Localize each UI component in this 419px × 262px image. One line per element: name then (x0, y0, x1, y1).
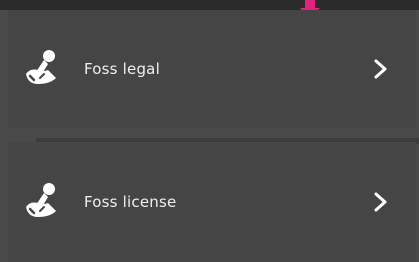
top-bar (0, 0, 419, 10)
list-item-foss-legal[interactable]: Foss legal (8, 10, 416, 128)
list-item-foss-license[interactable]: Foss license (8, 142, 416, 262)
user-desk-icon (26, 50, 56, 84)
screen: Foss legal Foss license (0, 0, 419, 262)
item-label: Foss license (84, 193, 177, 211)
chevron-right-icon[interactable] (370, 58, 390, 80)
user-desk-icon (26, 183, 56, 217)
settings-list: Foss legal Foss license (0, 10, 419, 262)
item-label: Foss legal (84, 60, 160, 78)
chevron-right-icon[interactable] (370, 191, 390, 213)
